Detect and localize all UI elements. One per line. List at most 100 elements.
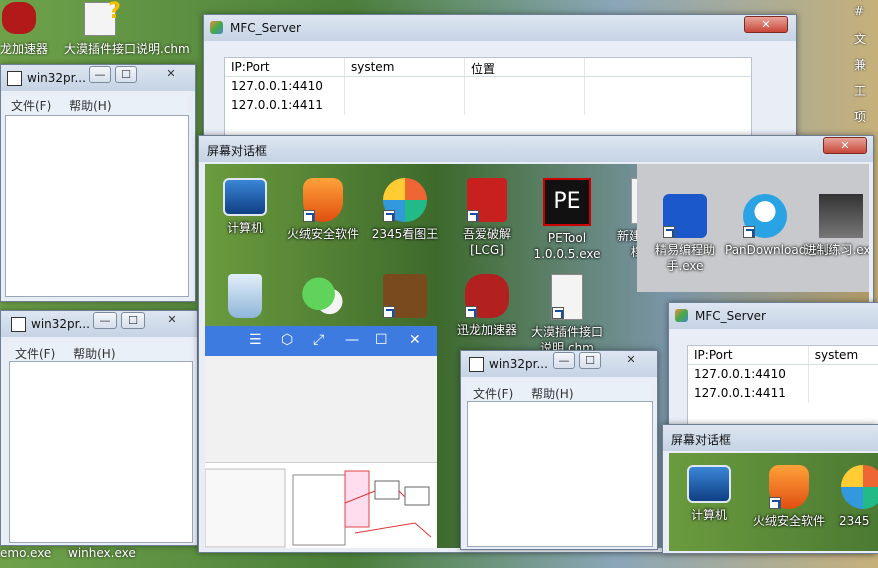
desktop-icon-wechat[interactable]: [283, 274, 363, 322]
window-title: win32pr...: [31, 317, 90, 331]
mfc-server-window: MFC_Server IP:Port system 127.0.0.1:4410…: [668, 302, 878, 432]
title-bar[interactable]: 屏幕对话框 ✕: [199, 136, 873, 162]
menu-icon[interactable]: ☰: [249, 332, 262, 348]
app-icon: [11, 317, 26, 332]
menu-file[interactable]: 文件(F): [473, 387, 513, 401]
maximize-icon[interactable]: ☐: [375, 332, 388, 348]
table-row[interactable]: 127.0.0.1:4411: [225, 96, 751, 115]
title-bar[interactable]: win32pr... — ☐ ✕: [461, 351, 657, 377]
desktop-icon-computer[interactable]: 计算机: [205, 178, 285, 236]
table-row[interactable]: 127.0.0.1:4411: [688, 384, 878, 403]
desktop-item[interactable]: 项: [854, 108, 866, 125]
cell-system: [809, 384, 878, 403]
desktop-icon-2345[interactable]: 2345: [825, 465, 878, 529]
win32-window: win32pr... — ☐ ✕ 文件(F) 帮助(H): [0, 64, 196, 302]
desktop-icon-petool[interactable]: PE PETool 1.0.0.5.exe: [527, 178, 607, 262]
menu-help[interactable]: 帮助(H): [531, 387, 573, 401]
maximize-button[interactable]: ☐: [121, 312, 145, 329]
maximize-button[interactable]: ☐: [579, 352, 601, 369]
desktop-item[interactable]: 工: [854, 82, 866, 99]
column-filler: [585, 58, 751, 76]
desktop-item[interactable]: 兼: [854, 56, 866, 73]
menu-help[interactable]: 帮助(H): [73, 347, 115, 361]
desktop-icon-jscript[interactable]: [365, 274, 445, 322]
window-title: MFC_Server: [695, 309, 766, 323]
title-bar[interactable]: win32pr... — ☐ ✕: [1, 65, 195, 91]
app-icon: [210, 21, 223, 34]
desktop-item[interactable]: #: [854, 4, 864, 18]
fullscreen-icon[interactable]: ⤢: [313, 332, 324, 348]
menu-file[interactable]: 文件(F): [11, 99, 51, 113]
skin-icon[interactable]: ⬡: [281, 332, 293, 348]
icon-label: 精易编程助手.exe: [654, 243, 715, 273]
title-bar[interactable]: 屏幕对话框: [663, 425, 878, 451]
desktop-right-column: # 文 兼 工 项: [848, 0, 878, 130]
menu-bar: 文件(F) 帮助(H): [5, 95, 187, 117]
close-button[interactable]: ✕: [823, 137, 867, 154]
desktop-icon-52pojie[interactable]: 吾爱破解[LCG]: [447, 178, 527, 258]
desktop-icon-2345[interactable]: 2345看图王: [365, 178, 445, 242]
desktop-icon-jingyi[interactable]: 精易编程助手.exe: [645, 194, 725, 274]
desktop-icon-huorong[interactable]: 火绒安全软件: [283, 178, 363, 242]
table-row[interactable]: 127.0.0.1:4410: [688, 365, 878, 384]
table-row[interactable]: 127.0.0.1:4410: [225, 77, 751, 96]
jingyi-icon: [663, 194, 707, 238]
win32-window: win32pr... — ☐ ✕ 文件(F) 帮助(H): [0, 310, 198, 546]
window-title: win32pr...: [27, 71, 86, 85]
title-bar[interactable]: MFC_Server: [669, 303, 878, 329]
desktop-icon-label[interactable]: winhex.exe: [68, 546, 136, 560]
icon-label: PETool 1.0.0.5.exe: [533, 231, 601, 261]
desktop-icon-pandownload[interactable]: PanDownload.exe: [725, 194, 831, 258]
help-file-icon: [551, 274, 583, 320]
column-header[interactable]: system: [345, 58, 465, 76]
flame-shield-icon: [303, 178, 343, 222]
cell-system: [809, 365, 878, 384]
desktop-icon-recycle-bin[interactable]: [205, 274, 285, 322]
title-bar[interactable]: MFC_Server ✕: [204, 15, 796, 41]
icon-label: 2345: [839, 514, 870, 528]
icon-label: 进制练习.exe: [804, 243, 869, 257]
desktop-icon-jinzhi[interactable]: 进制练习.exe: [801, 194, 869, 258]
close-button[interactable]: ✕: [611, 352, 651, 369]
icon-label: 火绒安全软件: [752, 514, 825, 528]
minimize-icon[interactable]: —: [345, 332, 359, 348]
close-button[interactable]: ✕: [151, 312, 193, 329]
desktop-icon-label: 龙加速器: [0, 42, 49, 56]
cell-ip: 127.0.0.1:4411: [225, 96, 345, 115]
screen-dialog-window: 屏幕对话框 计算机 火绒安全软件 2345: [662, 424, 878, 554]
desktop-icon-xunlong[interactable]: 龙加速器: [0, 0, 60, 58]
screen-capture-area[interactable]: 计算机 火绒安全软件 2345: [669, 453, 878, 551]
desktop-icon-xunlong[interactable]: 迅龙加速器: [447, 274, 527, 338]
menu-file[interactable]: 文件(F): [15, 347, 55, 361]
column-header[interactable]: system: [809, 346, 878, 364]
title-bar[interactable]: win32pr... — ☐ ✕: [1, 311, 197, 337]
diagram-thumbnail: [205, 462, 437, 548]
close-icon[interactable]: ✕: [409, 332, 421, 348]
maximize-button[interactable]: ☐: [115, 66, 137, 83]
close-button[interactable]: ✕: [744, 16, 788, 33]
close-button[interactable]: ✕: [151, 66, 191, 83]
avatar-icon: [819, 194, 863, 238]
desktop-icon-computer[interactable]: 计算机: [669, 465, 749, 523]
menu-help[interactable]: 帮助(H): [69, 99, 111, 113]
inner-app-titlebar[interactable]: ☰ ⬡ ⤢ — ☐ ✕: [205, 326, 437, 356]
column-header[interactable]: IP:Port: [225, 58, 345, 76]
mfc-server-window: MFC_Server ✕ IP:Port system 位置 127.0.0.1…: [203, 14, 797, 154]
column-header[interactable]: IP:Port: [688, 346, 809, 364]
minimize-button[interactable]: —: [93, 312, 117, 329]
minimize-button[interactable]: —: [89, 66, 111, 83]
desktop-icon-label[interactable]: emo.exe: [0, 546, 51, 560]
desktop-icon-damo-chm[interactable]: ? 大漠插件接口说明.chm: [62, 0, 190, 60]
window-title: 屏幕对话框: [671, 433, 732, 447]
desktop-icon-damo-chm[interactable]: 大漠插件接口说明.chm: [527, 274, 607, 356]
app-icon: [675, 309, 688, 322]
desktop-item[interactable]: 文: [854, 30, 866, 47]
icon-label: 计算机: [226, 221, 263, 235]
desktop-icon-huorong[interactable]: 火绒安全软件: [749, 465, 829, 529]
minimize-button[interactable]: —: [553, 352, 575, 369]
app-icon: [469, 357, 484, 372]
column-header[interactable]: 位置: [465, 58, 585, 76]
window-title: 屏幕对话框: [207, 144, 268, 158]
client-list[interactable]: IP:Port system 127.0.0.1:4410 127.0.0.1:…: [687, 345, 878, 431]
client-area: [467, 401, 653, 547]
